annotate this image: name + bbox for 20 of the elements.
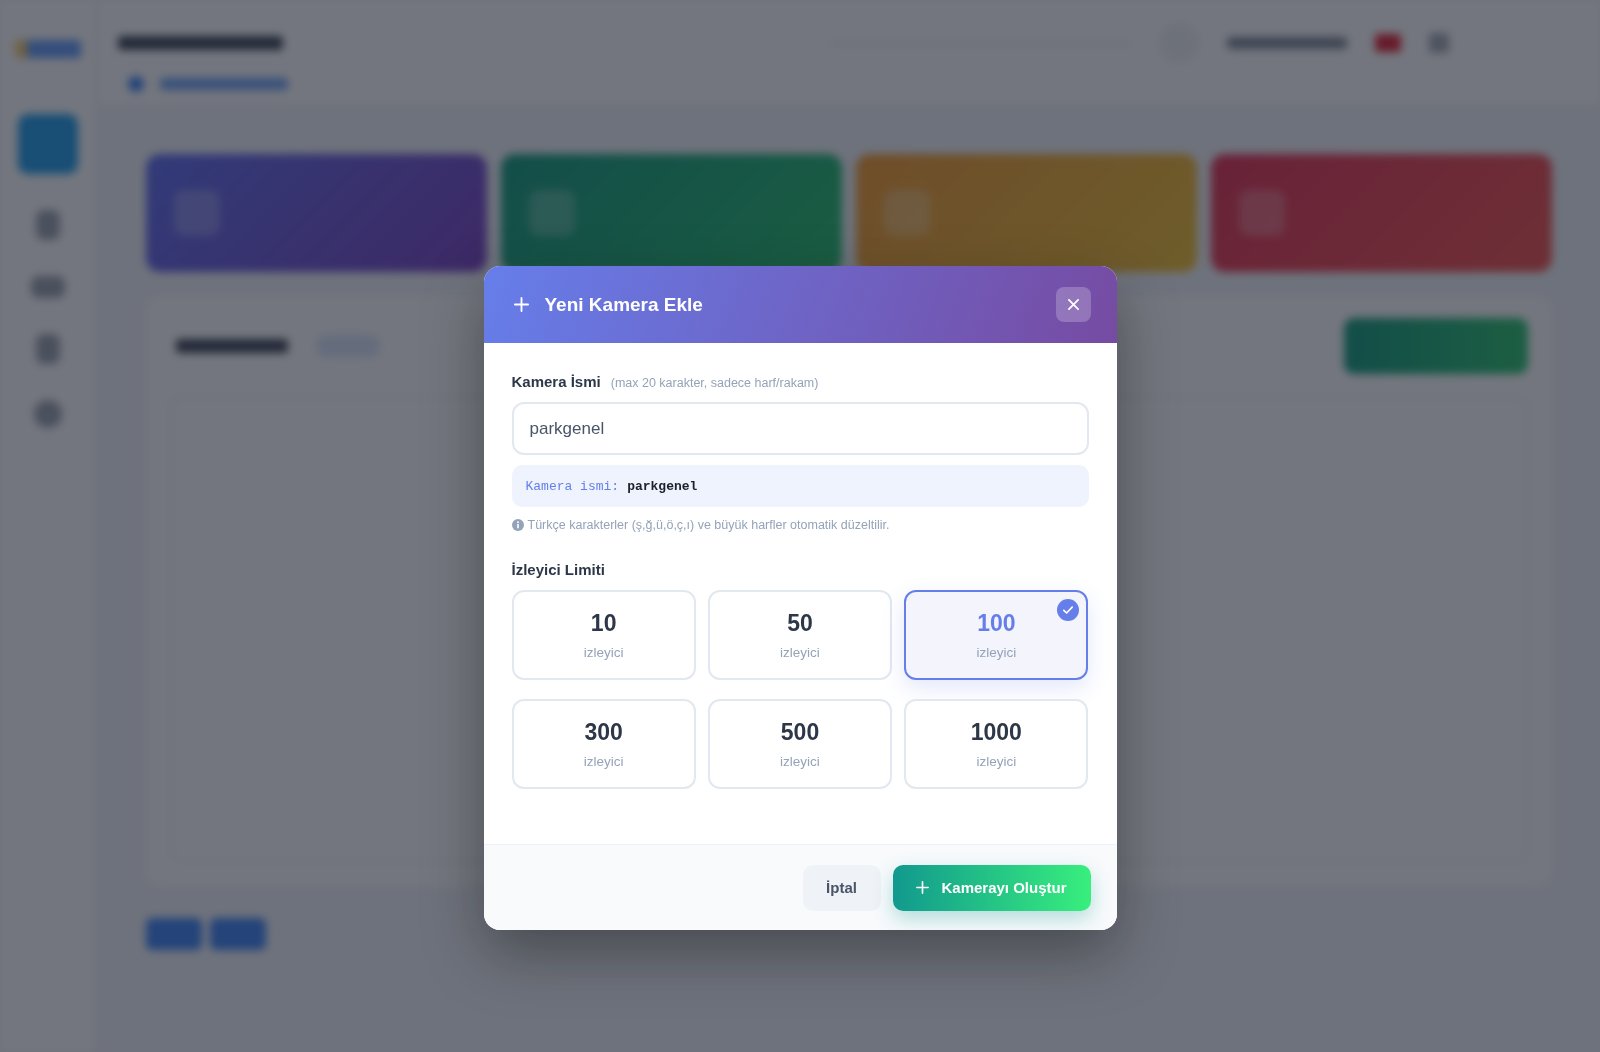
camera-name-input[interactable]: parkgenel: [511, 402, 1089, 455]
field-hint: (max 20 karakter, sadece harf/rakam): [610, 376, 819, 390]
field-label: Kamera İsmi: [511, 373, 601, 390]
check-icon: [1057, 599, 1080, 621]
helper-note: Türkçe karakterler (ş,ğ,ü,ö,ç,ı) ve büyük harfler otomatik düzeltilir.: [527, 518, 890, 532]
viewer-limit-option[interactable]: 50 izleyici: [707, 590, 893, 680]
plus-icon: [916, 881, 930, 894]
close-button[interactable]: [1055, 287, 1091, 322]
dialog-title: Yeni Kamera Ekle: [544, 293, 703, 316]
viewer-limit-option[interactable]: 300 izleyici: [511, 699, 696, 789]
plus-icon: [513, 297, 529, 312]
viewer-limit-option[interactable]: 500 izleyici: [707, 699, 893, 789]
preview-label: Kamera ismi:: [525, 478, 620, 494]
section-label: İzleyici Limiti: [511, 561, 606, 579]
info-icon: [511, 519, 524, 531]
cancel-button[interactable]: İptal: [802, 864, 881, 911]
viewer-limit-option[interactable]: 10 izleyici: [511, 590, 696, 680]
preview-value: parkgenel: [627, 478, 698, 494]
close-icon: [1067, 299, 1079, 310]
viewer-limit-option[interactable]: 1000 izleyici: [904, 699, 1089, 789]
